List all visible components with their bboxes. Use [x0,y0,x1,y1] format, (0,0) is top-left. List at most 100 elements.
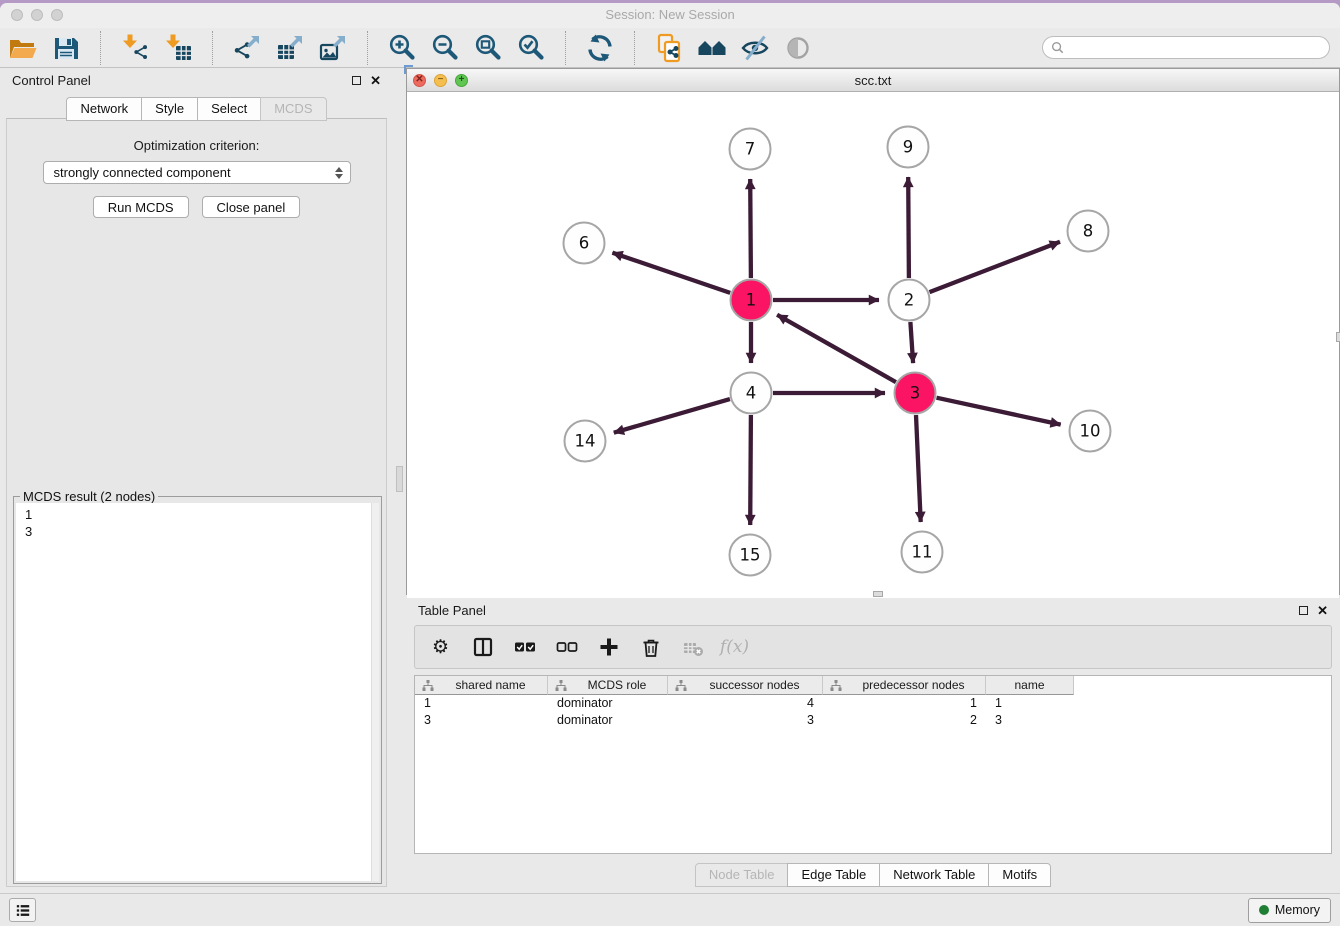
column-header-successor-nodes[interactable]: successor nodes [668,676,823,695]
window-title: Session: New Session [0,7,1340,22]
cell-mcds-role[interactable]: dominator [548,695,668,712]
frame-resize-handle-bottom[interactable] [873,591,883,597]
table-panel-tabs: Node TableEdge TableNetwork TableMotifs [406,863,1340,887]
unselect-all-columns-button[interactable] [555,636,578,659]
table-panel: Table Panel ✕ ⚙f(x) shared nameMCDS role… [406,598,1340,893]
tab-node-table[interactable]: Node Table [695,863,789,887]
network-canvas[interactable]: 7 9 6 8 1 2 4 3 14 10 15 11 [407,92,1339,598]
settings-button[interactable]: ⚙ [429,636,452,659]
import-network-button[interactable] [120,33,150,63]
add-column-button[interactable] [597,636,620,659]
close-panel-icon[interactable]: ✕ [370,74,381,87]
graph-edge-3-11[interactable] [916,415,921,522]
clone-network-button[interactable] [654,33,684,63]
graph-node-3[interactable]: 3 [895,373,936,414]
network-graph: 7 9 6 8 1 2 4 3 14 10 15 11 [407,92,1339,593]
zoom-fit-button[interactable] [473,33,503,63]
export-image-button[interactable] [318,33,348,63]
tab-edge-table[interactable]: Edge Table [787,863,880,887]
graph-node-7[interactable]: 7 [730,129,771,170]
tab-select[interactable]: Select [197,97,261,121]
graph-node-10[interactable]: 10 [1070,411,1111,452]
graph-edge-4-15[interactable] [750,415,751,525]
graph-edge-2-8[interactable] [930,242,1061,292]
close-table-panel-icon[interactable]: ✕ [1317,604,1328,617]
cell-successor-nodes[interactable]: 4 [668,695,823,712]
cell-name[interactable]: 3 [986,712,1074,729]
tab-motifs[interactable]: Motifs [988,863,1051,887]
tab-network[interactable]: Network [66,97,142,121]
memory-status-icon [1259,905,1269,915]
hide-graphics-details-button[interactable] [740,33,770,63]
graph-edge-1-6[interactable] [612,253,730,293]
cell-predecessor-nodes[interactable]: 1 [823,695,986,712]
column-header-name[interactable]: name [986,676,1074,695]
cell-shared-name[interactable]: 1 [415,695,548,712]
frame-resize-handle-right[interactable] [1336,332,1340,342]
float-table-panel-icon[interactable] [1299,606,1308,615]
search-box[interactable] [1042,36,1330,59]
search-input[interactable] [1069,41,1321,55]
column-header-predecessor-nodes[interactable]: predecessor nodes [823,676,986,695]
result-scrollbar[interactable] [371,503,379,881]
graph-node-1[interactable]: 1 [731,280,772,321]
cell-predecessor-nodes[interactable]: 2 [823,712,986,729]
close-panel-button[interactable]: Close panel [202,196,301,218]
graph-edge-2-9[interactable] [908,177,909,278]
export-network-button[interactable] [232,33,262,63]
graph-edge-3-10[interactable] [937,398,1061,425]
splitter-grip[interactable] [396,466,403,492]
birdseye-view-button [783,33,813,63]
memory-button[interactable]: Memory [1248,898,1331,923]
app-window: Session: New Session Control Panel ✕ [0,3,1340,926]
zoom-fit-icon [473,33,503,63]
graph-node-9[interactable]: 9 [888,127,929,168]
mcds-result-text[interactable]: 13 [16,503,379,881]
function-builder-icon: f(x) [720,637,749,657]
graph-edge-2-3[interactable] [910,322,913,363]
zoom-out-button[interactable] [430,33,460,63]
graph-node-15[interactable]: 15 [730,535,771,576]
home-button[interactable] [697,33,727,63]
select-stepper-icon [335,167,343,179]
table-row[interactable]: 3dominator323 [415,712,1331,729]
cell-mcds-role[interactable]: dominator [548,712,668,729]
graph-node-8[interactable]: 8 [1068,211,1109,252]
delete-column-button[interactable] [639,636,662,659]
select-all-columns-button[interactable] [513,636,536,659]
graph-edge-3-1[interactable] [777,315,896,382]
graph-node-14[interactable]: 14 [565,421,606,462]
panel-splitter[interactable] [393,68,406,893]
toolbar-separator [212,31,213,65]
cell-successor-nodes[interactable]: 3 [668,712,823,729]
zoom-in-button[interactable] [387,33,417,63]
cell-shared-name[interactable]: 3 [415,712,548,729]
split-table-button[interactable] [471,636,494,659]
graph-node-11[interactable]: 11 [902,532,943,573]
hierarchy-icon [830,680,842,691]
graph-node-2[interactable]: 2 [889,280,930,321]
open-folder-button[interactable] [8,33,38,63]
result-line: 3 [25,523,379,540]
column-header-mcds-role[interactable]: MCDS role [548,676,668,695]
table-row[interactable]: 1dominator411 [415,695,1331,712]
tab-mcds[interactable]: MCDS [260,97,326,121]
graph-edge-1-7[interactable] [750,179,751,278]
tab-style[interactable]: Style [141,97,198,121]
optimization-criterion-select[interactable]: strongly connected component [43,161,351,184]
save-button[interactable] [51,33,81,63]
toolbar-icons [8,31,813,65]
graph-node-6[interactable]: 6 [564,223,605,264]
import-table-button[interactable] [163,33,193,63]
graph-node-4[interactable]: 4 [731,373,772,414]
graph-edge-4-14[interactable] [614,399,730,433]
task-history-button[interactable] [9,898,36,922]
run-mcds-button[interactable]: Run MCDS [93,196,189,218]
export-table-button[interactable] [275,33,305,63]
zoom-selected-button[interactable] [516,33,546,63]
column-header-shared-name[interactable]: shared name [415,676,548,695]
float-panel-icon[interactable] [352,76,361,85]
refresh-button[interactable] [585,33,615,63]
cell-name[interactable]: 1 [986,695,1074,712]
tab-network-table[interactable]: Network Table [879,863,989,887]
